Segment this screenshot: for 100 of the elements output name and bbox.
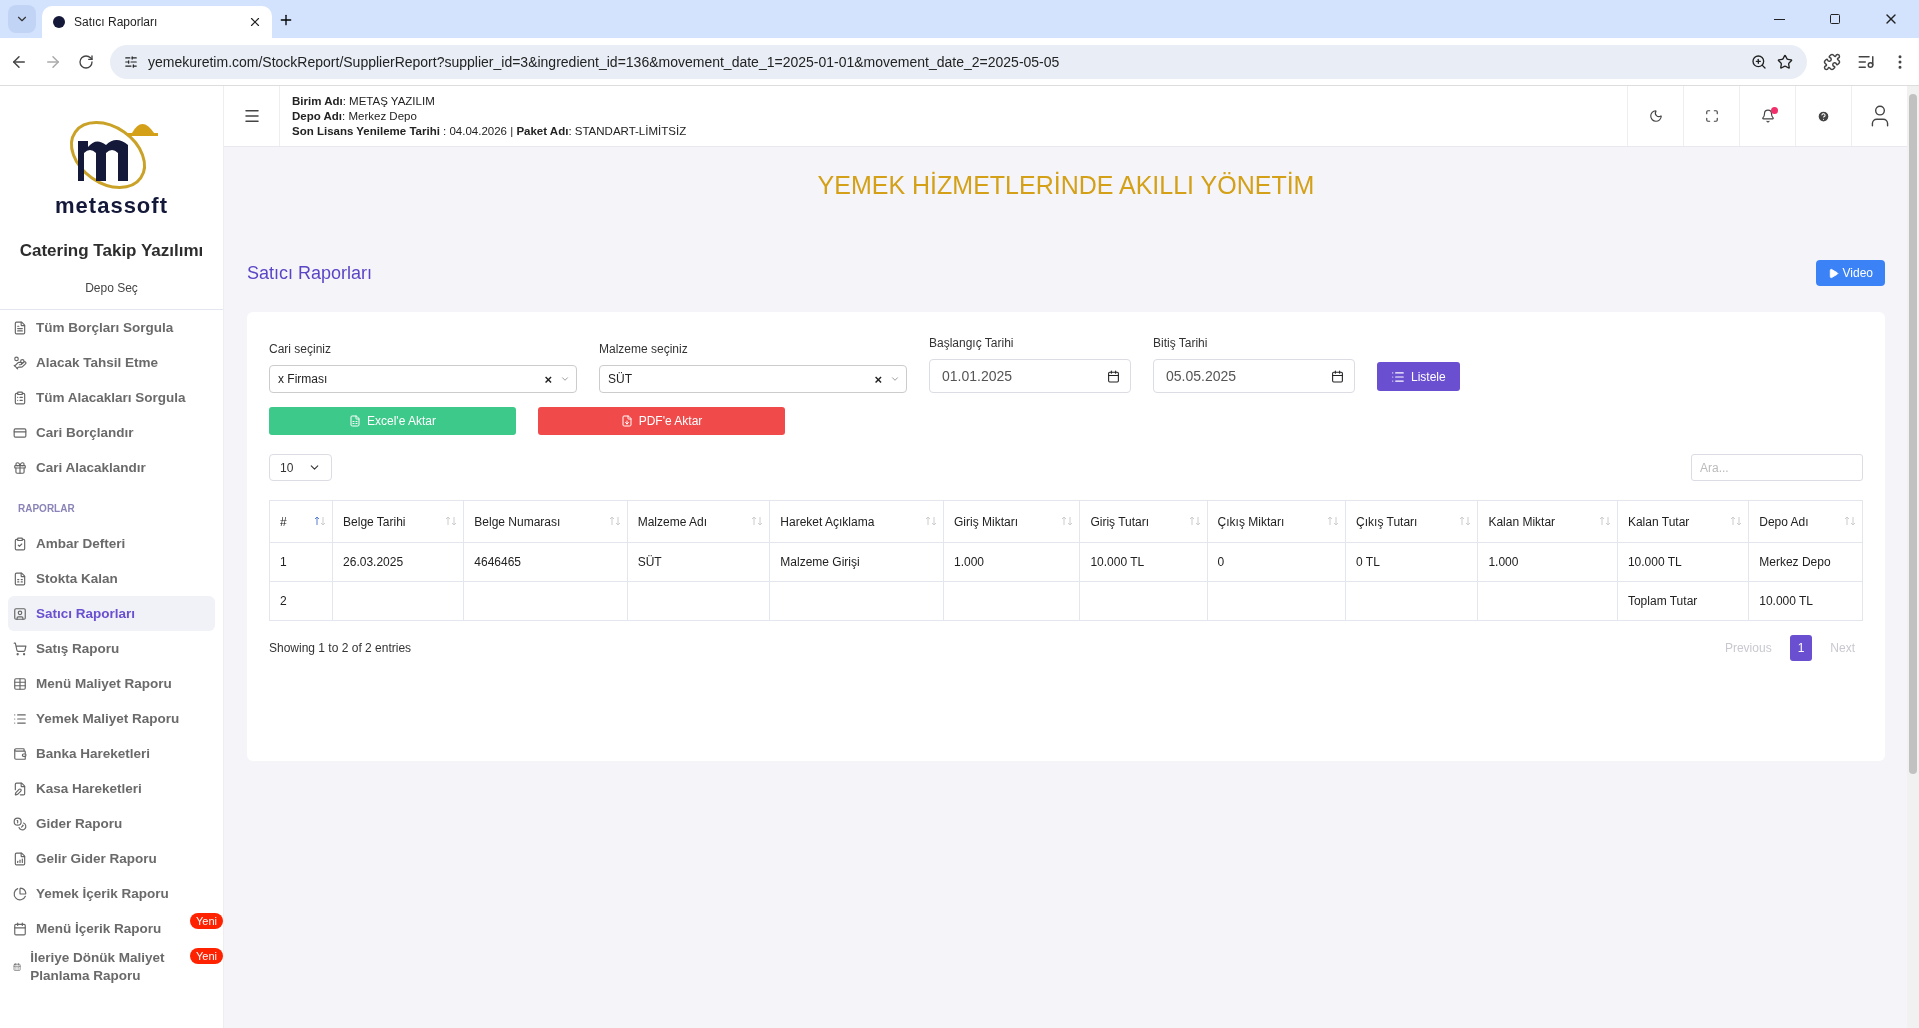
column-header[interactable]: Belge Numarası	[463, 500, 628, 543]
pagination-link[interactable]: 1	[1789, 635, 1813, 661]
sidebar-item[interactable]: Yemek Maliyet Raporu	[8, 701, 215, 736]
bookmark-star-icon[interactable]	[1777, 53, 1793, 70]
search-field[interactable]: Ara...	[1691, 454, 1863, 481]
site-info-icon[interactable]	[124, 54, 138, 69]
menu-item-icon	[13, 320, 27, 335]
sidebar-item[interactable]: Kasa Hareketleri	[8, 771, 215, 806]
field-label: Başlangıç Tarihi	[929, 336, 1015, 350]
sidebar-item[interactable]: Gelir Gider Raporu	[8, 841, 215, 876]
play-icon	[1827, 267, 1839, 279]
caret-icon	[560, 374, 570, 384]
app-name: Catering Takip Yazılımı	[19, 241, 204, 261]
column-header[interactable]: Hareket Açıklama	[769, 500, 944, 543]
menu-item-icon	[13, 390, 27, 405]
sidebar-item[interactable]: Gider Raporu	[8, 806, 215, 841]
menu-icon	[242, 107, 261, 125]
section-heading: RAPORLAR	[17, 502, 76, 516]
sidebar-item[interactable]: Menü Maliyet Raporu	[8, 666, 215, 701]
new-badge: Yeni	[190, 948, 223, 964]
sidebar-item[interactable]: İleriye Dönük Maliyet Planlama Raporu	[8, 946, 175, 988]
select-field[interactable]: SÜT ×	[599, 365, 907, 393]
column-header[interactable]: #	[269, 500, 333, 543]
column-header[interactable]: Malzeme Adı	[627, 500, 770, 543]
sidebar-item[interactable]: Menü İçerik Raporu	[8, 911, 175, 946]
minimize-icon	[1773, 18, 1785, 20]
entries-info: Showing 1 to 2 of 2 entries	[269, 641, 412, 655]
menu-item-icon	[13, 886, 27, 901]
field-label: Bitiş Tarihi	[1153, 336, 1209, 350]
table-cell: 2	[269, 581, 333, 621]
sidebar-item[interactable]: Tüm Borçları Sorgula	[8, 310, 215, 345]
menu-item-icon	[13, 781, 27, 796]
date-field[interactable]: 05.05.2025	[1153, 359, 1355, 393]
table-cell: 1.000	[943, 542, 1080, 582]
browser-tab[interactable]: Satıcı Raporları	[42, 6, 272, 38]
pdf-export-button[interactable]: PDF'e Aktar	[538, 407, 785, 435]
sidebar-item[interactable]: Tüm Alacakları Sorgula	[8, 380, 215, 415]
fullscreen-icon	[1704, 109, 1719, 123]
sidebar-item[interactable]: Cari Borçlandır	[8, 415, 215, 450]
table-cell: 1.000	[1477, 542, 1618, 582]
page-size-select[interactable]: 10	[269, 454, 332, 481]
select-field[interactable]: x Firması ×	[269, 365, 577, 393]
address-bar[interactable]: yemekuretim.com/StockReport/SupplierReport?supplier_id=3&ingredient_id=136&movement_date_1=2025-01-01&movement_date_2=2025-05-05	[110, 44, 1807, 79]
new-badge: Yeni	[190, 913, 223, 929]
calendar-icon	[1107, 369, 1120, 383]
list-icon	[1391, 369, 1405, 384]
sidebar-item[interactable]: Cari Alacaklandır	[8, 450, 215, 485]
sidebar-item[interactable]: Satış Raporu	[8, 631, 215, 666]
date-field[interactable]: 01.01.2025	[929, 359, 1131, 393]
reload-icon[interactable]	[78, 53, 94, 70]
column-header[interactable]: Kalan Miktar	[1477, 500, 1618, 543]
column-header[interactable]: Giriş Miktarı	[943, 500, 1080, 543]
moon-icon	[1648, 109, 1663, 123]
header-info-text: Birim Adı: METAŞ YAZILIM	[292, 95, 436, 107]
menu-item-icon	[13, 606, 27, 621]
column-header[interactable]: Depo Adı	[1748, 500, 1863, 543]
column-header[interactable]: Çıkış Miktarı	[1207, 500, 1346, 543]
close-icon[interactable]	[248, 15, 262, 29]
table-cell: Merkez Depo	[1748, 542, 1863, 582]
sidebar-item[interactable]: Ambar Defteri	[8, 526, 215, 561]
header-info-text: Son Lisans Yenileme Tarihi : 04.04.2026 | Paket Adı: STANDART-LİMİTSİZ	[292, 125, 688, 137]
header-info-text: Depo Adı: Merkez Depo	[292, 110, 418, 122]
video-button[interactable]: Video	[1815, 260, 1885, 286]
menu-item-icon	[13, 536, 27, 551]
menu-item-icon	[13, 746, 27, 761]
table-cell: 4646465	[463, 542, 628, 582]
menu-item-icon	[13, 571, 27, 586]
scrollbar[interactable]	[1907, 86, 1919, 1028]
menu-item-icon	[13, 355, 27, 370]
restore-icon	[1829, 13, 1841, 25]
table-cell: 1	[269, 542, 333, 582]
menu-item-icon	[13, 816, 27, 831]
column-header[interactable]: Kalan Tutar	[1617, 500, 1749, 543]
menu-item-icon	[13, 641, 27, 656]
bell-icon	[1760, 109, 1775, 123]
tab-title: Satıcı Raporları	[74, 15, 159, 29]
menu-item-icon	[13, 851, 27, 866]
depot-select-link[interactable]: Depo Seç	[85, 281, 138, 295]
favicon-icon	[52, 15, 66, 29]
logo-text: metassoft	[55, 193, 168, 219]
sidebar-item[interactable]: Stokta Kalan	[8, 561, 215, 596]
table-cell: 0 TL	[1345, 542, 1478, 582]
menu-item-icon	[13, 676, 27, 691]
column-header[interactable]: Çıkış Tutarı	[1345, 500, 1478, 543]
zoom-icon[interactable]	[1751, 53, 1767, 70]
field-label: Cari seçiniz	[269, 342, 332, 356]
sidebar-item[interactable]: Satıcı Raporları	[8, 596, 215, 631]
sidebar-item[interactable]: Alacak Tahsil Etme	[8, 345, 215, 380]
table-cell: Toplam Tutar	[1617, 581, 1749, 621]
file-icon	[620, 415, 633, 427]
list-button[interactable]: Listele	[1377, 362, 1460, 391]
sidebar-item[interactable]: Banka Hareketleri	[8, 736, 215, 771]
banner-title: YEMEK HİZMETLERİNDE AKILLI YÖNETİM	[816, 171, 1316, 200]
extensions-icon[interactable]	[1823, 52, 1841, 71]
table-cell: Malzeme Girişi	[769, 542, 944, 582]
table-cell: 10.000 TL	[1748, 581, 1863, 621]
new-tab-icon[interactable]	[278, 12, 294, 28]
column-header[interactable]: Giriş Tutarı	[1079, 500, 1208, 543]
sidebar-item[interactable]: Yemek İçerik Raporu	[8, 876, 215, 911]
column-header[interactable]: Belge Tarihi	[332, 500, 464, 543]
